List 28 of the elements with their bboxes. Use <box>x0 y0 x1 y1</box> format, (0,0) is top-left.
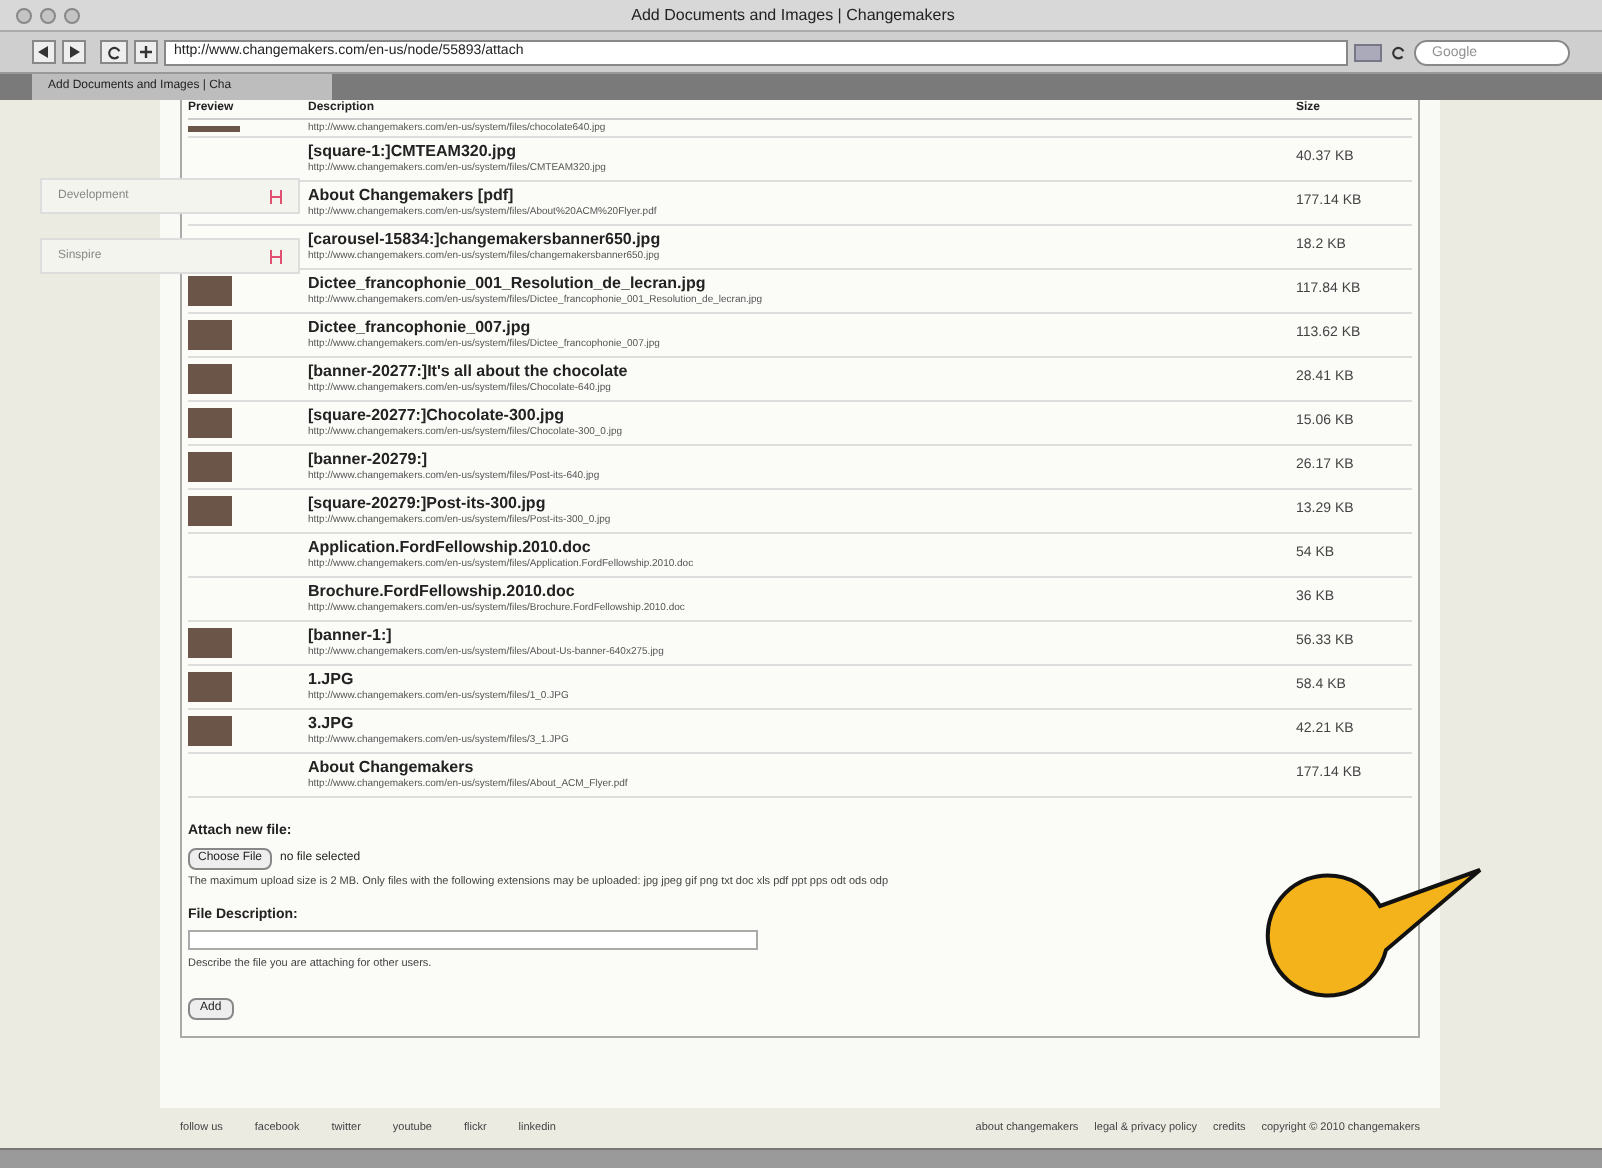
file-title: About Changemakers <box>308 757 474 775</box>
add-bookmark-button[interactable] <box>134 40 158 64</box>
file-title: Application.FordFellowship.2010.doc <box>308 537 591 555</box>
right-arrow-icon <box>68 46 80 58</box>
reload-icon <box>1391 45 1405 59</box>
file-title: [square-1:]CMTEAM320.jpg <box>308 141 517 159</box>
forward-button[interactable] <box>62 40 86 64</box>
file-title: [square-20279:]Post-its-300.jpg <box>308 493 546 511</box>
file-title: [banner-20277:]It's all about the chocolate <box>308 361 630 379</box>
file-title: [carousel-15834:]changemakersbanner650.jpg <box>308 229 663 247</box>
file-title: [banner-20279:] <box>308 449 428 467</box>
left-arrow-icon <box>38 46 50 58</box>
reload-button[interactable] <box>100 40 128 64</box>
file-title: 3.JPG <box>308 713 356 731</box>
back-button[interactable] <box>32 40 56 64</box>
description-field[interactable] <box>188 930 758 951</box>
file-title: 1.JPG <box>308 669 356 687</box>
document-icon <box>270 249 282 263</box>
file-title: Dictee_francophonie_001_Resolution_de_lecran.jpg <box>308 273 706 291</box>
file-title: Dictee_francophonie_007.jpg <box>308 317 531 335</box>
file-title: [banner-1:] <box>308 625 392 643</box>
file-title: About Changemakers [pdf] <box>308 185 514 203</box>
reload-icon <box>107 45 121 59</box>
document-icon <box>270 189 282 203</box>
file-title: Brochure.FordFellowship.2010.doc <box>308 581 575 599</box>
window-title: Add Documents and Images | Changemakers <box>631 3 957 27</box>
file-title: [square-20277:]Chocolate-300.jpg <box>308 405 565 423</box>
plus-icon <box>140 46 152 58</box>
